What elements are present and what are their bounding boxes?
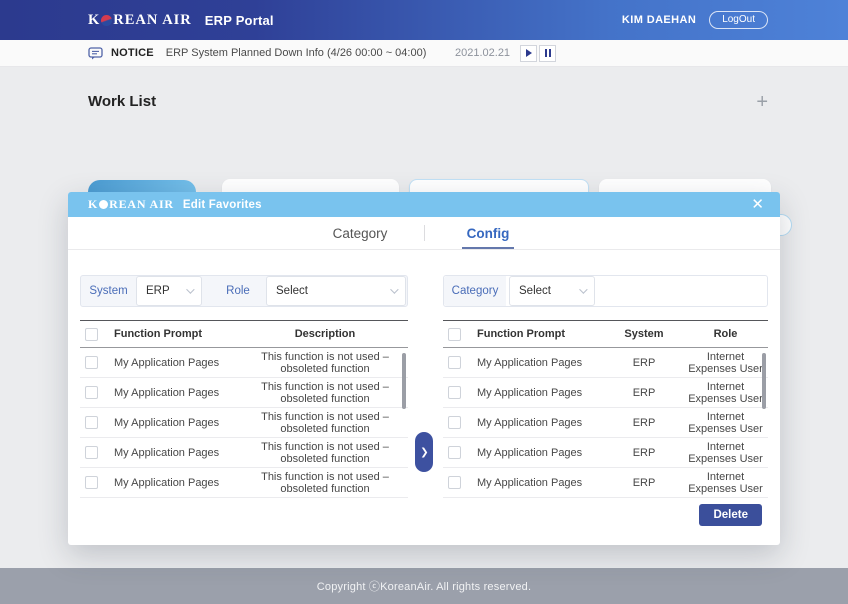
work-list-header: Work List + — [0, 67, 848, 110]
left-filter-bar: System ERP Role Select — [80, 275, 408, 307]
col-header-description: Description — [242, 328, 408, 340]
table-row[interactable]: My Application Pages ERP Internet Expens… — [443, 348, 768, 378]
col-header-function-prompt: Function Prompt — [114, 328, 242, 340]
table-row[interactable]: My Application Pages ERP Internet Expens… — [443, 438, 768, 468]
tab-category[interactable]: Category — [297, 217, 424, 249]
table-row[interactable]: My Application Pages ERP Internet Expens… — [443, 378, 768, 408]
pause-icon — [545, 49, 551, 57]
table-header-row: Function Prompt Description — [80, 320, 408, 348]
table-header-row: Function Prompt System Role — [443, 320, 768, 348]
notice-meta: 2021.02.21 — [455, 45, 556, 62]
user-name: KIM DAEHAN — [622, 14, 696, 26]
app-title: ERP Portal — [205, 13, 274, 28]
col-header-function-prompt: Function Prompt — [477, 328, 605, 340]
speech-bubble-icon — [88, 47, 103, 60]
taegeuk-icon — [101, 15, 112, 26]
logo-text-k: K — [88, 12, 100, 29]
table-row[interactable]: My Application Pages This function is no… — [80, 408, 408, 438]
role-filter-label: Role — [210, 276, 266, 306]
category-filter-label: Category — [444, 276, 506, 306]
table-row[interactable]: My Application Pages This function is no… — [80, 348, 408, 378]
favorites-table: Function Prompt System Role My Applicati… — [443, 320, 768, 498]
row-checkbox[interactable] — [85, 416, 98, 429]
chevron-down-icon — [186, 285, 194, 293]
tab-config[interactable]: Config — [425, 217, 552, 249]
row-checkbox[interactable] — [85, 356, 98, 369]
notice-label: NOTICE — [111, 47, 154, 59]
row-checkbox[interactable] — [448, 476, 461, 489]
row-checkbox[interactable] — [85, 446, 98, 459]
table-row[interactable]: My Application Pages ERP Internet Expens… — [443, 468, 768, 498]
korean-air-logo: K REAN AIR — [88, 12, 192, 29]
scrollbar-thumb[interactable] — [402, 353, 406, 409]
col-header-system: System — [605, 328, 683, 340]
close-icon[interactable]: ✕ — [749, 197, 766, 212]
notice-play-button[interactable] — [520, 45, 537, 62]
row-checkbox[interactable] — [448, 416, 461, 429]
modal-header: K REAN AIR Edit Favorites ✕ — [68, 192, 780, 217]
notice-bar: NOTICE ERP System Planned Down Info (4/2… — [0, 40, 848, 67]
row-checkbox[interactable] — [85, 386, 98, 399]
page-content: Work List + K REAN AIR Edit Favorites ✕ … — [0, 67, 848, 568]
select-all-checkbox[interactable] — [85, 328, 98, 341]
table-row[interactable]: My Application Pages This function is no… — [80, 468, 408, 498]
notice-pause-button[interactable] — [539, 45, 556, 62]
row-checkbox[interactable] — [85, 476, 98, 489]
scrollbar-thumb[interactable] — [762, 353, 766, 409]
taegeuk-icon — [99, 200, 108, 209]
system-select[interactable]: ERP — [136, 276, 202, 306]
page-footer: Copyright ⓒKoreanAir. All rights reserve… — [0, 568, 848, 604]
logo-text-rest: REAN AIR — [113, 12, 192, 29]
table-row[interactable]: My Application Pages This function is no… — [80, 438, 408, 468]
logout-button[interactable]: LogOut — [709, 11, 768, 29]
korean-air-logo-white: K REAN AIR — [88, 197, 174, 212]
row-checkbox[interactable] — [448, 446, 461, 459]
system-filter-label: System — [81, 276, 136, 306]
modal-tab-bar: Category Config — [68, 217, 780, 250]
notice-message: ERP System Planned Down Info (4/26 00:00… — [166, 47, 427, 59]
favorite-functions-panel: Category Select Function Prompt System R… — [443, 275, 768, 498]
header-right: KIM DAEHAN LogOut — [622, 11, 768, 29]
role-select[interactable]: Select — [266, 276, 406, 306]
right-filter-bar: Category Select — [443, 275, 768, 307]
table-row[interactable]: My Application Pages ERP Internet Expens… — [443, 408, 768, 438]
edit-favorites-modal: K REAN AIR Edit Favorites ✕ Category Con… — [68, 192, 780, 545]
transfer-right-button[interactable]: ❯ — [415, 432, 433, 472]
delete-button[interactable]: Delete — [699, 504, 762, 526]
play-icon — [526, 49, 532, 57]
available-functions-panel: System ERP Role Select — [80, 275, 408, 498]
app-header: K REAN AIR ERP Portal KIM DAEHAN LogOut — [0, 0, 848, 40]
work-list-title: Work List — [88, 93, 156, 110]
add-worklist-button[interactable]: + — [756, 95, 768, 109]
row-checkbox[interactable] — [448, 356, 461, 369]
modal-title: Edit Favorites — [183, 199, 262, 211]
category-select[interactable]: Select — [509, 276, 595, 306]
chevron-down-icon — [390, 285, 398, 293]
functions-table: Function Prompt Description My Applicati… — [80, 320, 408, 498]
select-all-checkbox[interactable] — [448, 328, 461, 341]
row-checkbox[interactable] — [448, 386, 461, 399]
copyright-text: Copyright ⓒKoreanAir. All rights reserve… — [317, 578, 531, 594]
chevron-down-icon — [579, 285, 587, 293]
notice-date: 2021.02.21 — [455, 47, 510, 59]
table-row[interactable]: My Application Pages This function is no… — [80, 378, 408, 408]
col-header-role: Role — [683, 328, 768, 340]
